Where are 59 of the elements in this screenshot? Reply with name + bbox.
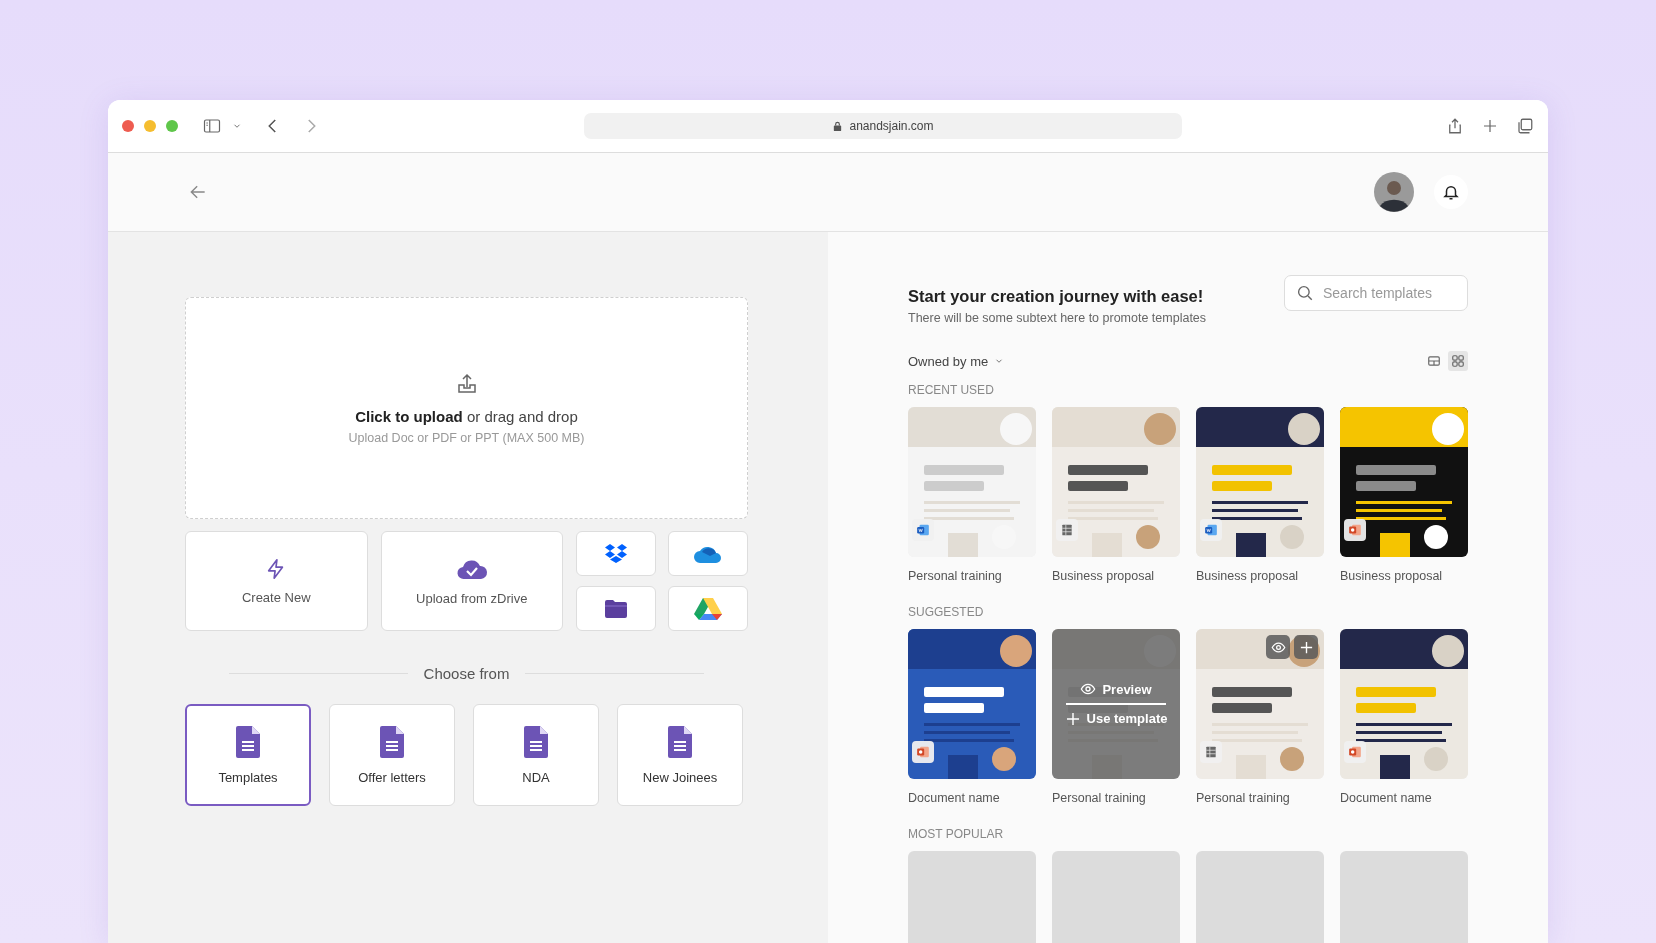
owner-filter[interactable]: Owned by me: [908, 353, 1005, 369]
plus-icon: [1064, 710, 1081, 727]
upload-dropzone[interactable]: Click to upload or drag and drop Upload Doc or PDF or PPT (MAX 500 MB): [185, 297, 748, 519]
search-icon: [1296, 284, 1314, 302]
dropbox-icon: [603, 541, 629, 566]
document-icon: [524, 725, 548, 758]
close-button[interactable]: [122, 120, 134, 132]
sidebar-icon: [202, 117, 222, 135]
source-button[interactable]: [576, 586, 656, 631]
section-heading: MOST POPULAR: [908, 827, 1005, 841]
template-name: Document name: [1340, 791, 1433, 805]
source-button[interactable]: Create New: [185, 531, 368, 631]
upload-title: Click to upload or drag and drop: [355, 407, 578, 425]
drive-icon: [694, 596, 722, 621]
notifications-button[interactable]: [1434, 175, 1468, 209]
folder-icon: [604, 598, 628, 619]
category-card[interactable]: New Joinees: [617, 704, 743, 806]
section-heading: SUGGESTED: [908, 605, 985, 619]
source-button[interactable]: [576, 531, 656, 576]
template-name: Business proposal: [1052, 569, 1156, 583]
plus-icon: [1298, 639, 1314, 655]
preview-button[interactable]: [1266, 635, 1290, 659]
table-icon: [1427, 354, 1441, 368]
grid-view-button[interactable]: [1448, 351, 1468, 371]
section-heading: Choose from: [423, 665, 510, 682]
grid-icon: [1451, 354, 1465, 368]
share-icon: [1446, 117, 1464, 135]
page-title: Start your creation journey with ease!: [908, 287, 1205, 306]
url-text: anandsjain.com: [849, 119, 934, 133]
search-field[interactable]: Search templates: [1284, 275, 1468, 311]
preview-button[interactable]: Preview: [1076, 675, 1156, 704]
tabs-icon: [1516, 117, 1534, 135]
template-name: Personal training: [908, 569, 1003, 583]
template-name: Personal training: [1196, 791, 1291, 805]
source-button[interactable]: Upload from zDrive: [380, 531, 563, 631]
lock-icon: [832, 120, 844, 132]
add-button[interactable]: [1294, 635, 1318, 659]
document-icon: [236, 725, 260, 758]
document-icon: [668, 725, 692, 758]
source-button[interactable]: [668, 586, 748, 631]
eye-icon: [1270, 639, 1286, 655]
maximize-button[interactable]: [166, 120, 178, 132]
section-heading: RECENT USED: [908, 383, 995, 397]
avatar: [1374, 172, 1414, 212]
upload-hint: Upload Doc or PDF or PPT (MAX 500 MB): [348, 430, 585, 445]
plus-icon: [1482, 118, 1498, 134]
bell-icon: [1442, 183, 1460, 201]
use-template-button[interactable]: Use template: [1060, 704, 1172, 733]
category-card[interactable]: Templates: [185, 704, 311, 806]
category-card[interactable]: NDA: [473, 704, 599, 806]
address-bar[interactable]: anandsjain.com: [584, 113, 1182, 139]
template-name: Business proposal: [1340, 569, 1444, 583]
template-name: Document name: [908, 791, 1001, 805]
document-icon: [380, 725, 404, 758]
category-card[interactable]: Offer letters: [329, 704, 455, 806]
page-subtitle: There will be some subtext here to promote templates: [908, 311, 1207, 325]
template-name: Business proposal: [1196, 569, 1300, 583]
template-name: Personal training: [1052, 791, 1147, 805]
source-button[interactable]: [668, 531, 748, 576]
